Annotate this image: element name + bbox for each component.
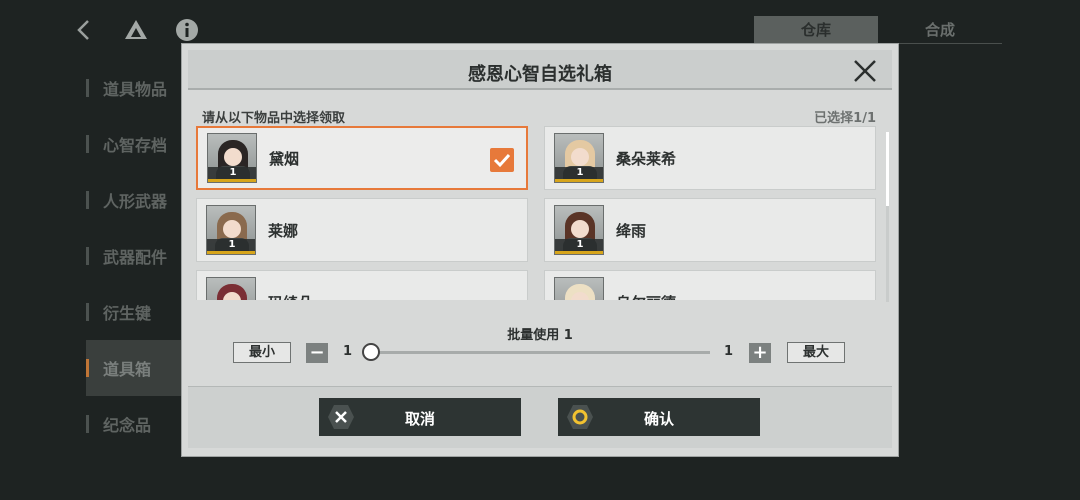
chevron-left-icon[interactable] bbox=[72, 18, 96, 42]
sidebar: 道具物品 心智存档 人形武器 武器配件 衍生键 道具箱 纪念品 bbox=[86, 60, 186, 452]
reward-item[interactable]: 1 桑朵莱希 bbox=[544, 126, 876, 190]
triangle-logo-icon[interactable] bbox=[124, 18, 148, 42]
character-portrait: 1 bbox=[207, 133, 257, 183]
character-portrait: 1 bbox=[554, 133, 604, 183]
cancel-button[interactable]: 取消 bbox=[319, 398, 521, 436]
dialog-footer bbox=[188, 386, 892, 448]
item-name: 莱娜 bbox=[268, 221, 299, 240]
quantity-slider-track[interactable] bbox=[372, 351, 710, 354]
slider-max-value: 1 bbox=[724, 344, 734, 359]
reward-item[interactable]: 1 绛雨 bbox=[544, 198, 876, 262]
checkmark-icon[interactable] bbox=[490, 148, 514, 172]
confirm-button[interactable]: 确认 bbox=[558, 398, 760, 436]
reward-item[interactable]: 1 黛烟 bbox=[196, 126, 528, 190]
sidebar-item-doll-weapons[interactable]: 人形武器 bbox=[86, 172, 186, 228]
item-name: 乌尔丽德 bbox=[616, 292, 676, 301]
sidebar-item-label: 心智存档 bbox=[103, 136, 168, 155]
reward-list: 1 黛烟 1 桑朵莱希 1 莱娜 1 绛雨 bbox=[196, 126, 892, 300]
sidebar-item-label: 道具箱 bbox=[103, 360, 152, 379]
min-button[interactable]: 最小 bbox=[233, 342, 291, 363]
cancel-label: 取消 bbox=[404, 410, 435, 428]
character-portrait: 1 bbox=[206, 277, 256, 300]
sidebar-item-label: 道具物品 bbox=[103, 80, 168, 99]
sidebar-item-label: 人形武器 bbox=[103, 192, 168, 211]
reward-item[interactable]: 1 玛绮朵 bbox=[196, 270, 528, 300]
item-name: 桑朵莱希 bbox=[616, 149, 677, 168]
dialog-header: 感恩心智自选礼箱 bbox=[188, 50, 892, 90]
info-icon[interactable] bbox=[175, 18, 199, 42]
reward-item[interactable]: 1 乌尔丽德 bbox=[544, 270, 876, 300]
minus-icon[interactable]: − bbox=[306, 343, 328, 363]
item-quantity: 1 bbox=[555, 239, 603, 251]
item-quantity: 1 bbox=[208, 167, 256, 179]
sidebar-item-item-boxes[interactable]: 道具箱 bbox=[86, 340, 186, 396]
confirm-label: 确认 bbox=[643, 410, 674, 428]
sidebar-item-mind-archive[interactable]: 心智存档 bbox=[86, 116, 186, 172]
tab-synthesis[interactable]: 合成 bbox=[878, 16, 1002, 44]
dialog-title: 感恩心智自选礼箱 bbox=[468, 64, 612, 85]
slider-min-value: 1 bbox=[343, 344, 353, 359]
max-button[interactable]: 最大 bbox=[787, 342, 845, 363]
batch-use-label: 批量使用 1 bbox=[507, 328, 573, 343]
character-portrait: 1 bbox=[554, 277, 604, 300]
sidebar-item-label: 衍生键 bbox=[103, 304, 152, 323]
quantity-slider-thumb[interactable] bbox=[362, 343, 380, 361]
item-name: 绛雨 bbox=[616, 221, 647, 240]
gift-box-dialog: 感恩心智自选礼箱 请从以下物品中选择领取 已选择1/1 1 黛烟 1 桑朵莱希 bbox=[182, 44, 898, 456]
sidebar-item-derivative-keys[interactable]: 衍生键 bbox=[86, 284, 186, 340]
list-scrollbar[interactable] bbox=[886, 132, 889, 302]
sidebar-item-label: 纪念品 bbox=[103, 416, 152, 435]
item-quantity: 1 bbox=[207, 239, 255, 251]
sidebar-item-souvenirs[interactable]: 纪念品 bbox=[86, 396, 186, 452]
item-name: 玛绮朵 bbox=[268, 292, 313, 301]
plus-icon[interactable]: + bbox=[749, 343, 771, 363]
sidebar-item-label: 武器配件 bbox=[103, 248, 168, 267]
character-portrait: 1 bbox=[206, 205, 256, 255]
close-icon[interactable] bbox=[852, 58, 878, 84]
selection-count: 已选择1/1 bbox=[814, 111, 876, 126]
sidebar-item-weapon-attachments[interactable]: 武器配件 bbox=[86, 228, 186, 284]
selection-prompt: 请从以下物品中选择领取 bbox=[202, 111, 346, 126]
tab-warehouse[interactable]: 仓库 bbox=[754, 16, 878, 44]
warehouse-tabs: 仓库 合成 bbox=[754, 16, 1002, 44]
character-portrait: 1 bbox=[554, 205, 604, 255]
item-name: 黛烟 bbox=[269, 149, 300, 168]
sidebar-item-props[interactable]: 道具物品 bbox=[86, 60, 186, 116]
reward-item[interactable]: 1 莱娜 bbox=[196, 198, 528, 262]
item-quantity: 1 bbox=[555, 167, 603, 179]
